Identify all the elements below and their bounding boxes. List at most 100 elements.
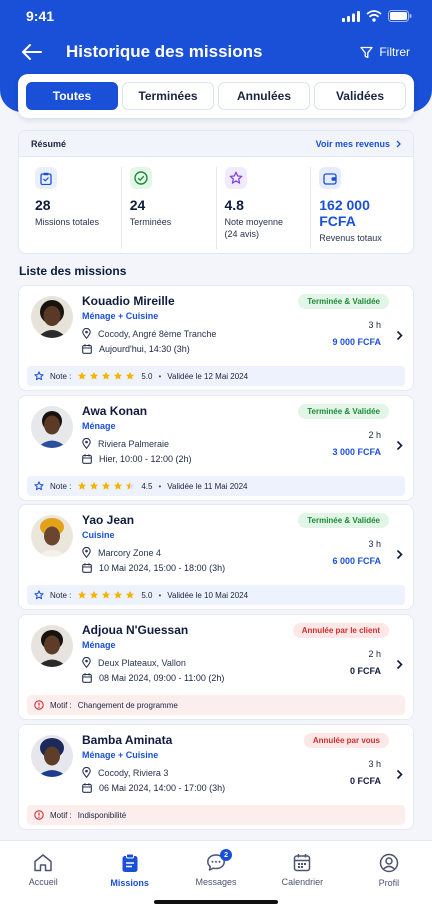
page-title: Historique des missions (66, 42, 263, 61)
rating-row: Note : 4.5 • Validée le 11 Mai 2024 (27, 476, 405, 496)
nav-label: Profil (378, 878, 400, 888)
mission-location: Riviera Palmeraie (82, 438, 169, 449)
mission-name: Awa Konan (82, 404, 148, 418)
status-badge: Terminée & Validée (298, 404, 389, 419)
chevron-right-icon[interactable] (396, 440, 403, 451)
note-label: Note : (50, 481, 72, 491)
reason-label: Motif : (50, 700, 72, 710)
mission-date: Aujourd'hui, 14:30 (3h) (82, 344, 190, 354)
location-pin-icon (82, 438, 91, 449)
status-bar: 9:41 (26, 6, 412, 26)
reason-text: Indisponibilité (77, 810, 127, 820)
nav-profil[interactable]: Profil (346, 841, 432, 910)
tab-annulees[interactable]: Annulées (218, 82, 310, 110)
mission-price: 9 000 FCFA (332, 337, 381, 347)
date-text: 06 Mai 2024, 14:00 - 17:00 (3h) (99, 783, 226, 793)
calendar-icon (82, 454, 92, 464)
mission-card[interactable]: Bamba Aminata Ménage + Cuisine Cocody, R… (18, 724, 414, 830)
alert-circle-icon (34, 700, 44, 710)
rating-star-icon (78, 481, 87, 490)
status-icons (342, 10, 412, 22)
mission-name: Yao Jean (82, 513, 135, 527)
star-outline-icon (34, 481, 44, 491)
mission-card[interactable]: Adjoua N'Guessan Ménage Deux Plateaux, V… (18, 614, 414, 720)
chevron-right-icon (396, 140, 401, 147)
nav-accueil[interactable]: Accueil (0, 841, 86, 910)
mission-location: Cocody, Riviera 3 (82, 767, 168, 778)
star-rating (77, 481, 135, 491)
home-indicator (154, 900, 278, 904)
location-pin-icon (82, 767, 91, 778)
avatar (31, 296, 73, 338)
summary-card: Résumé Voir mes revenus 28 Missions tota… (18, 130, 414, 254)
rating-star-icon (126, 481, 135, 490)
chevron-right-icon[interactable] (396, 330, 403, 341)
reason-text: Changement de programme (77, 700, 178, 710)
wifi-icon (366, 10, 382, 22)
chevron-right-icon[interactable] (396, 549, 403, 560)
signal-icon (342, 10, 360, 22)
summary-label: Résumé (31, 138, 67, 149)
filter-icon (360, 46, 373, 58)
mission-type: Ménage + Cuisine (82, 750, 159, 760)
tab-terminees[interactable]: Terminées (122, 82, 214, 110)
mission-type: Cuisine (82, 530, 115, 540)
chevron-right-icon[interactable] (396, 769, 403, 780)
rating-star-icon (126, 371, 135, 380)
rating-star-icon (114, 590, 123, 599)
date-text: 10 Mai 2024, 15:00 - 18:00 (3h) (99, 563, 226, 573)
rating-star-icon (114, 371, 123, 380)
location-pin-icon (82, 328, 91, 339)
date-text: Aujourd'hui, 14:30 (3h) (99, 344, 190, 354)
mission-card[interactable]: Yao Jean Cuisine Marcory Zone 4 10 Mai 2… (18, 504, 414, 610)
mission-card[interactable]: Kouadio Mireille Ménage + Cuisine Cocody… (18, 285, 414, 391)
star-outline-icon (34, 371, 44, 381)
stat-value: 162 000 FCFA (319, 197, 370, 229)
rating-row: Note : 5.0 • Validée le 10 Mai 2024 (27, 585, 405, 605)
clipboard-icon (35, 167, 57, 189)
mission-date: 06 Mai 2024, 14:00 - 17:00 (3h) (82, 783, 225, 793)
tab-toutes[interactable]: Toutes (26, 82, 118, 110)
mission-price: 0 FCFA (349, 776, 381, 786)
separator-dot: • (158, 371, 162, 381)
location-pin-icon (82, 547, 91, 558)
mission-type: Ménage (82, 640, 116, 650)
stat-total-revenue: 162 000 FCFA Revenus totaux (311, 167, 405, 249)
date-text: Hier, 10:00 - 12:00 (2h) (99, 454, 192, 464)
view-revenue-link[interactable]: Voir mes revenus (316, 139, 401, 149)
mission-name: Bamba Aminata (82, 733, 173, 747)
missions-list-title: Liste des missions (19, 264, 127, 278)
nav-label: Missions (110, 878, 149, 888)
home-icon (34, 854, 52, 872)
tab-validees[interactable]: Validées (314, 82, 406, 110)
rating-star-icon (90, 481, 99, 490)
filter-button[interactable]: Filtrer (360, 45, 410, 59)
mission-date: 10 Mai 2024, 15:00 - 18:00 (3h) (82, 563, 225, 573)
reason-row: Motif : Indisponibilité (27, 805, 405, 825)
stat-total-missions: 28 Missions totales (27, 167, 122, 249)
chevron-right-icon[interactable] (396, 659, 403, 670)
rating-star-icon (102, 590, 111, 599)
rating-star-icon (102, 371, 111, 380)
status-badge: Terminée & Validée (298, 294, 389, 309)
location-text: Riviera Palmeraie (98, 438, 170, 449)
stat-value: 28 (35, 197, 51, 213)
stat-value: 24 (129, 197, 146, 213)
rating-star-icon (90, 590, 99, 599)
mission-hours: 2 h (368, 649, 381, 659)
rating-value: 5.0 (141, 590, 153, 600)
rating-value: 5.0 (141, 371, 153, 381)
user-icon (379, 853, 399, 873)
mission-name: Adjoua N'Guessan (82, 623, 189, 637)
avatar (31, 406, 73, 448)
rating-star-icon (90, 371, 99, 380)
calendar-icon (82, 673, 92, 683)
stat-label: Missions totales (35, 217, 100, 227)
mission-hours: 3 h (368, 759, 381, 769)
mission-type: Ménage (82, 421, 116, 431)
mission-card[interactable]: Awa Konan Ménage Riviera Palmeraie Hier,… (18, 395, 414, 501)
avatar (31, 515, 73, 557)
back-button[interactable] (20, 40, 44, 64)
messages-badge: 2 (220, 849, 233, 861)
mission-type: Ménage + Cuisine (82, 311, 159, 321)
